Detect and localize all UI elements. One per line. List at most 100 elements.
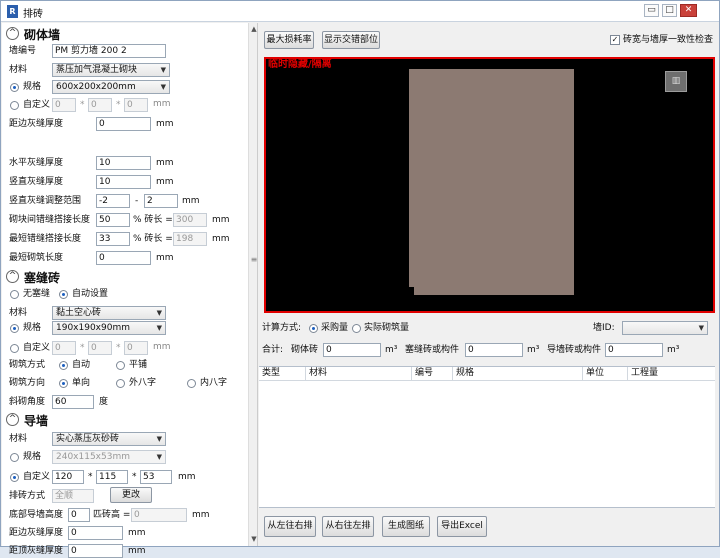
guide-total-value: 0 [605, 343, 663, 357]
scroll-up-icon[interactable]: ▲ [250, 25, 258, 33]
guide-spec-select[interactable]: 240x115x53mm ▼ [52, 450, 166, 464]
guide-dim3-input[interactable]: 53 [140, 470, 172, 484]
col-unit[interactable]: 单位 [583, 367, 628, 381]
filler-dim2-input[interactable]: 0 [88, 341, 112, 355]
dir-in-label: 内八字 [200, 378, 228, 388]
masonry-dim3-input[interactable]: 0 [124, 98, 148, 112]
h-gap-input[interactable]: 10 [96, 156, 151, 170]
method-flat-radio[interactable] [116, 361, 125, 370]
v-adj-label: 竖直灰缝调整范围 [9, 196, 82, 206]
guide-material-select[interactable]: 实心蒸压灰砂砖 ▼ [52, 432, 166, 446]
min-lap-input[interactable]: 33 [96, 232, 130, 246]
guide-dim-unit: mm [178, 472, 196, 482]
guide-spec-radio[interactable] [10, 453, 19, 462]
collapse-icon[interactable]: ^ [6, 270, 19, 283]
guide-custom-radio[interactable] [10, 473, 19, 482]
lap-calc-value: 300 [173, 213, 207, 227]
filler-dim3-input[interactable]: 0 [124, 341, 148, 355]
dir-out-radio[interactable] [116, 379, 125, 388]
brick-total-value: 0 [323, 343, 381, 357]
col-code[interactable]: 编号 [412, 367, 453, 381]
masonry-spec-label: 规格 [23, 82, 42, 92]
actual-radio[interactable] [352, 324, 361, 333]
masonry-material-label: 材料 [9, 65, 28, 75]
times-sign: * [80, 343, 85, 353]
v-adj-dash: - [135, 196, 139, 206]
right-to-left-button[interactable]: 从右往左排 [322, 516, 374, 537]
bottom-height-input[interactable]: 0 [68, 508, 90, 522]
filler-spec-radio[interactable] [10, 324, 19, 333]
guide-dim1-input[interactable]: 120 [52, 470, 84, 484]
consistency-checkbox[interactable]: ✓ [610, 35, 620, 45]
col-material[interactable]: 材料 [306, 367, 412, 381]
filler-spec-select[interactable]: 190x190x90mm ▼ [52, 321, 166, 335]
course-unit: mm [192, 510, 210, 520]
dir-out-label: 外八字 [129, 378, 157, 388]
h-gap-unit: mm [156, 158, 174, 168]
guide-side-gap-unit: mm [128, 528, 146, 538]
masonry-dim-unit: mm [153, 99, 171, 109]
left-to-right-button[interactable]: 从左往右排 [264, 516, 316, 537]
min-brick-input[interactable]: 0 [96, 251, 151, 265]
generate-drawing-button[interactable]: 生成图纸 [382, 516, 430, 537]
filler-material-label: 材料 [9, 308, 28, 318]
method-auto-radio[interactable] [59, 361, 68, 370]
dir-single-radio[interactable] [59, 379, 68, 388]
masonry-dim2-input[interactable]: 0 [88, 98, 112, 112]
masonry-dim1-input[interactable]: 0 [52, 98, 76, 112]
filler-dir-label: 砌筑方向 [9, 378, 46, 388]
guide-dim2-input[interactable]: 115 [96, 470, 128, 484]
wall-block [409, 69, 574, 287]
panel-scrollbar[interactable]: ▲ ≡ ▼ [248, 23, 258, 546]
filler-none-radio[interactable] [10, 290, 19, 299]
guide-side-gap-input[interactable]: 0 [68, 526, 123, 540]
preview-canvas[interactable]: 临时隐藏/隔离 ▥ [264, 57, 715, 313]
close-button[interactable]: ✕ [680, 4, 697, 17]
view-cube-icon[interactable]: ▥ [665, 71, 687, 92]
export-excel-button[interactable]: 导出Excel [437, 516, 487, 537]
masonry-material-select[interactable]: 蒸压加气混凝土砌块 ▼ [52, 63, 170, 77]
app-icon: R [7, 5, 18, 18]
filler-custom-label: 自定义 [23, 343, 51, 353]
change-button[interactable]: 更改 [110, 487, 152, 503]
masonry-custom-radio[interactable] [10, 101, 19, 110]
filler-dim1-input[interactable]: 0 [52, 341, 76, 355]
wall-id-select[interactable]: ▼ [622, 321, 708, 335]
filler-custom-radio[interactable] [10, 344, 19, 353]
show-joint-button[interactable]: 显示交错部位 [322, 31, 380, 49]
angle-input[interactable]: 60 [52, 395, 94, 409]
col-quantity[interactable]: 工程量 [628, 367, 715, 381]
maximize-button[interactable]: □ [662, 4, 677, 17]
quantity-table[interactable]: 类型 材料 编号 规格 单位 工程量 [259, 366, 715, 508]
masonry-custom-label: 自定义 [23, 100, 51, 110]
lap-input[interactable]: 50 [96, 213, 130, 227]
v-gap-input[interactable]: 10 [96, 175, 151, 189]
filler-auto-radio[interactable] [59, 290, 68, 299]
guide-top-gap-input[interactable]: 0 [68, 544, 123, 558]
scroll-grip-icon[interactable]: ≡ [250, 255, 258, 265]
filler-total-unit: m³ [527, 345, 540, 355]
preview-panel: 最大损耗率 显示交错部位 ✓ 砖宽与墙厚一致性检查 临时隐藏/隔离 ▥ 计算方式… [259, 23, 719, 546]
dir-in-radio[interactable] [187, 379, 196, 388]
scroll-down-icon[interactable]: ▼ [250, 535, 258, 543]
max-loss-button[interactable]: 最大损耗率 [264, 31, 314, 49]
side-gap-input[interactable]: 0 [96, 117, 151, 131]
purchase-radio[interactable] [309, 324, 318, 333]
guide-custom-label: 自定义 [23, 472, 51, 482]
times-sign: * [132, 472, 137, 482]
min-lap-label: 最短错缝搭接长度 [9, 234, 82, 244]
collapse-icon[interactable]: ^ [6, 413, 19, 426]
side-gap-unit: mm [156, 119, 174, 129]
collapse-icon[interactable]: ^ [6, 27, 19, 40]
filler-material-select[interactable]: 黏土空心砖 ▼ [52, 306, 166, 320]
col-type[interactable]: 类型 [259, 367, 306, 381]
minimize-button[interactable]: ▭ [644, 4, 659, 17]
masonry-spec-select[interactable]: 600x200x200mm ▼ [52, 80, 170, 94]
wall-block-base [414, 285, 574, 295]
v-adj-unit: mm [182, 196, 200, 206]
v-adj-min-input[interactable]: -2 [96, 194, 130, 208]
col-spec[interactable]: 规格 [453, 367, 583, 381]
wall-id-input[interactable]: PM 剪力墙 200 2 [52, 44, 166, 58]
masonry-spec-radio[interactable] [10, 83, 19, 92]
v-adj-max-input[interactable]: 2 [144, 194, 178, 208]
